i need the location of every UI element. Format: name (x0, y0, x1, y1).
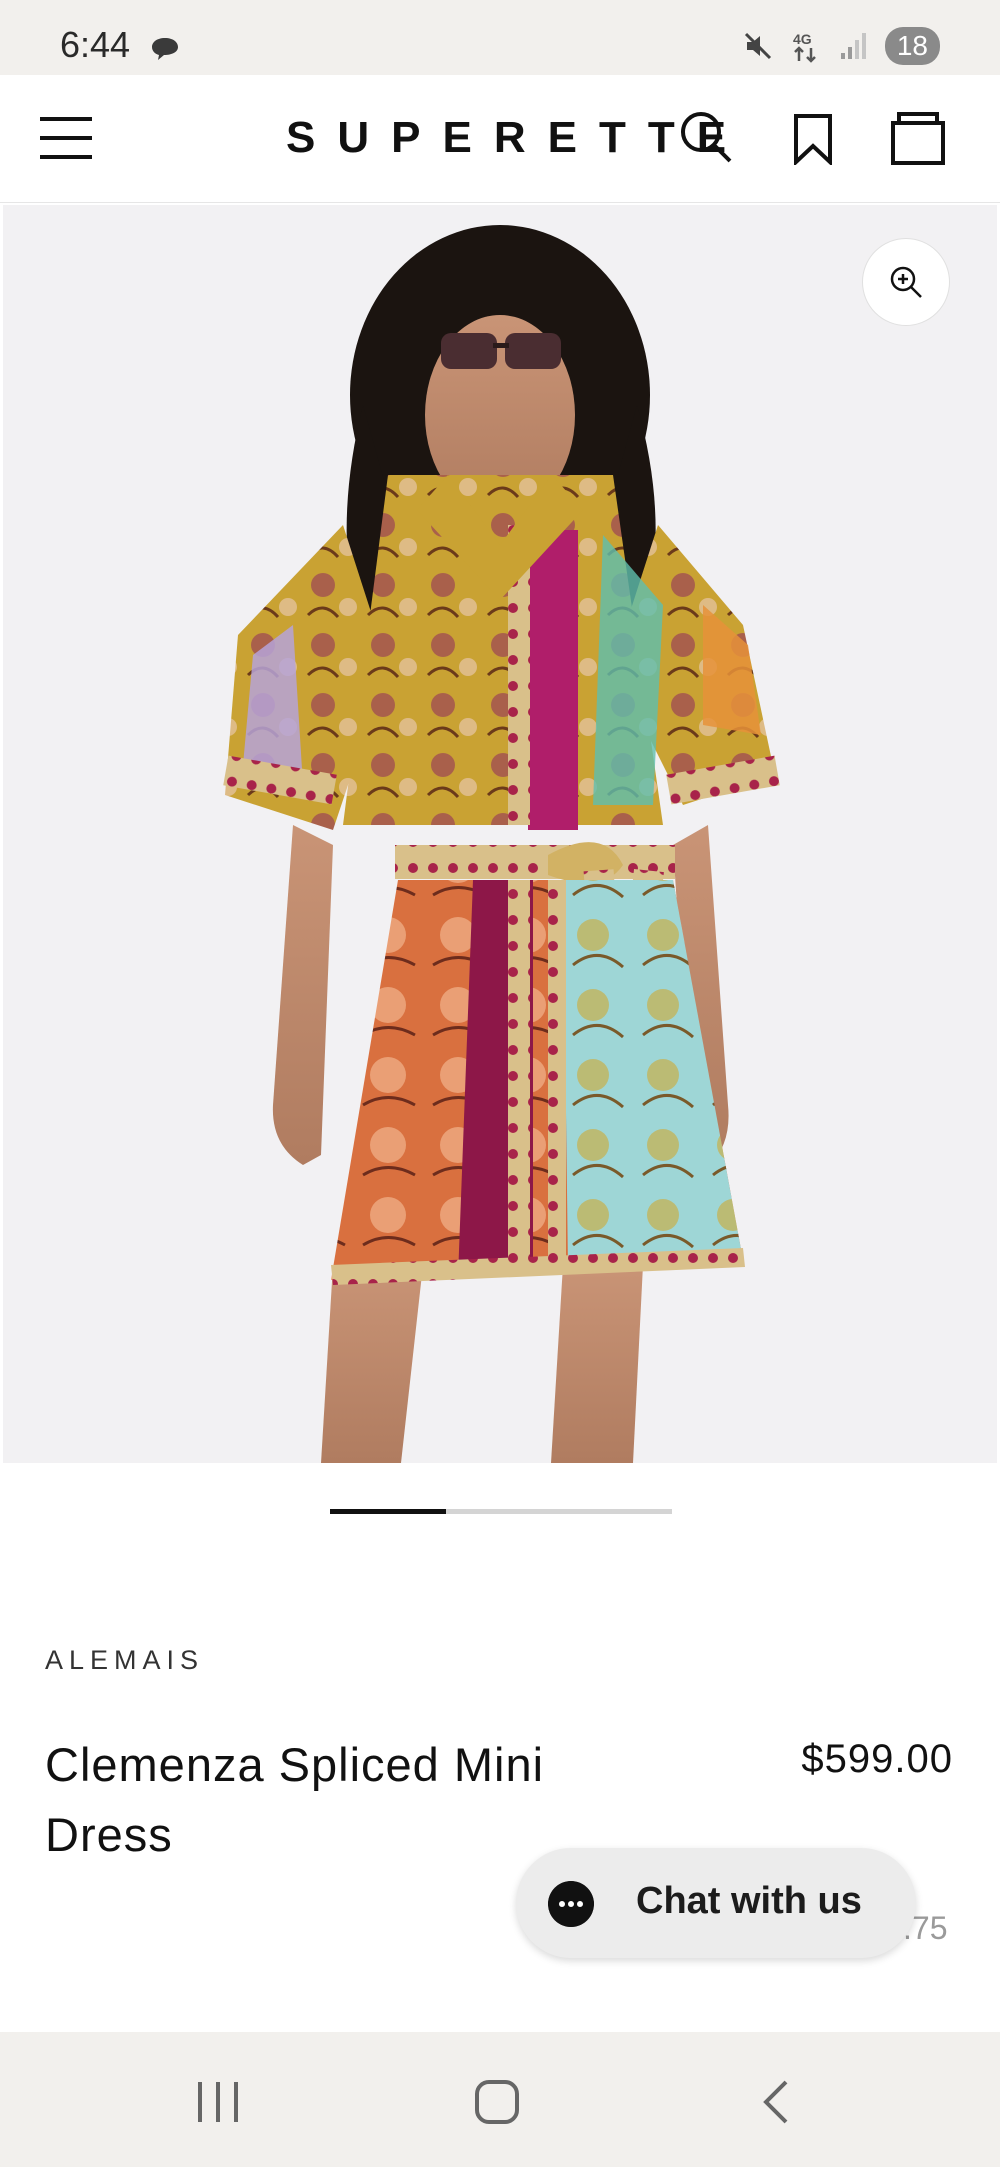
product-image[interactable] (3, 205, 997, 1463)
product-title: Clemenza Spliced Mini Dress (45, 1738, 545, 1861)
zoom-in-icon (890, 266, 922, 298)
signal-icon (840, 33, 866, 59)
product-photo (223, 225, 780, 1463)
product-price: $599.00 (801, 1737, 953, 1781)
search-icon[interactable] (678, 109, 734, 165)
status-time: 6:44 (60, 24, 131, 65)
bookmark-icon[interactable] (790, 113, 836, 165)
recents-icon[interactable] (194, 2080, 242, 2124)
carousel-active-segment (330, 1509, 447, 1514)
zoom-button[interactable] (862, 238, 950, 326)
network-label: 4G (793, 31, 812, 47)
message-notification-icon (152, 38, 178, 60)
system-nav-bar (0, 2032, 1000, 2167)
chat-with-us-button[interactable]: Chat with us (516, 1848, 916, 1958)
chat-label: Chat with us (636, 1880, 862, 1922)
carousel-indicator[interactable] (330, 1509, 672, 1514)
network-4g-icon: 4G (793, 31, 816, 63)
home-icon[interactable] (473, 2078, 521, 2126)
product-brand[interactable]: ALEMAIS (45, 1645, 204, 1676)
battery-indicator: 18 (884, 27, 940, 65)
menu-icon[interactable] (40, 115, 92, 161)
chat-bubble-icon (548, 1881, 594, 1927)
site-header: SUPERETTE (0, 75, 1000, 203)
status-bar: 6:44 4G 18 (0, 0, 1000, 75)
status-icons: 4G 18 (741, 26, 940, 66)
mute-icon (744, 32, 771, 60)
bag-icon[interactable] (890, 111, 946, 165)
back-icon[interactable] (756, 2078, 796, 2126)
